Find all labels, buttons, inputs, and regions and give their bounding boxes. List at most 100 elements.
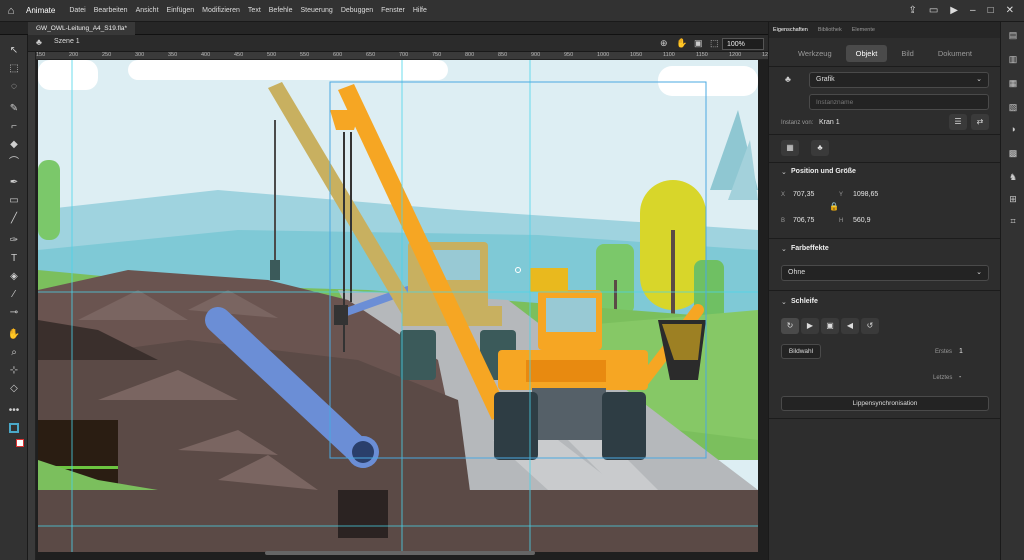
- share-icon[interactable]: ⇪: [908, 5, 916, 16]
- menu-datei[interactable]: Datei: [65, 7, 89, 14]
- instance-of-value[interactable]: Kran 1: [819, 119, 840, 126]
- swap-symbol-icon[interactable]: ☰: [949, 114, 967, 130]
- segment-werkzeug[interactable]: Werkzeug: [788, 45, 842, 62]
- menu-befehle[interactable]: Befehle: [265, 7, 297, 14]
- hand-tool-icon[interactable]: ✋: [6, 327, 22, 343]
- chevron-down-icon[interactable]: ⌄: [781, 298, 787, 306]
- transform-tool-icon[interactable]: ⬚: [6, 61, 22, 77]
- motion-icon[interactable]: ♞: [1006, 170, 1020, 184]
- paint-bucket-icon[interactable]: ◈: [6, 269, 22, 285]
- bone-tool-icon[interactable]: ⊹: [6, 363, 22, 379]
- color-panel-icon[interactable]: ◑: [1006, 122, 1020, 136]
- h-value[interactable]: 560,9: [853, 217, 871, 224]
- menu-einfuegen[interactable]: Einfügen: [163, 7, 199, 14]
- rotate-stage-icon[interactable]: ✋: [676, 38, 687, 49]
- tab-elemente[interactable]: Elemente: [852, 27, 875, 33]
- symbol-options-icon[interactable]: ♣: [811, 140, 829, 156]
- menu-hilfe[interactable]: Hilfe: [409, 7, 431, 14]
- menu-bearbeiten[interactable]: Bearbeiten: [90, 7, 132, 14]
- menu-ansicht[interactable]: Ansicht: [132, 7, 163, 14]
- menu-modifizieren[interactable]: Modifizieren: [198, 7, 244, 14]
- chevron-down-icon[interactable]: ⌄: [781, 168, 787, 176]
- menu-steuerung[interactable]: Steuerung: [297, 7, 337, 14]
- tab-bibliothek[interactable]: Bibliothek: [818, 27, 842, 33]
- single-frame-icon[interactable]: ▣: [821, 318, 839, 334]
- loop-icon[interactable]: ↻: [781, 318, 799, 334]
- rectangle-tool-icon[interactable]: ▭: [6, 193, 22, 209]
- pen-icon[interactable]: ✒: [6, 175, 22, 191]
- fill-color-icon[interactable]: [12, 437, 28, 453]
- minimize-icon[interactable]: –: [970, 5, 976, 16]
- align-panel-icon[interactable]: ▧: [1006, 100, 1020, 114]
- properties-panel: Eigenschaften Bibliothek Elemente Werkze…: [768, 22, 1001, 560]
- pin-tool-icon[interactable]: ⊸: [6, 305, 22, 321]
- info-icon[interactable]: ⊞: [1006, 192, 1020, 206]
- document-tab[interactable]: GW_OWL-Leitung_A4_S19.fla*: [28, 22, 136, 35]
- segment-dokument[interactable]: Dokument: [928, 45, 982, 62]
- center-stage-icon[interactable]: ⊕: [660, 38, 668, 49]
- y-value[interactable]: 1098,65: [853, 191, 878, 198]
- graph-icon[interactable]: ⌗: [1006, 214, 1020, 228]
- pencil-tool-icon[interactable]: ✎: [6, 101, 22, 117]
- pick-frame-button[interactable]: Bildwahl: [781, 344, 821, 359]
- properties-icon[interactable]: ▤: [1006, 28, 1020, 42]
- color-effect-title: Farbeffekte: [791, 245, 829, 252]
- lock-icon[interactable]: 🔒: [829, 202, 839, 211]
- lipsync-button[interactable]: Lippensynchronisation: [781, 396, 989, 411]
- eraser-tool-icon[interactable]: ◆: [6, 137, 22, 153]
- more-tools-icon[interactable]: •••: [6, 403, 22, 419]
- align-icon[interactable]: ▦: [781, 140, 799, 156]
- close-icon[interactable]: ✕: [1006, 5, 1014, 16]
- asset-warp-icon[interactable]: ◇: [6, 381, 22, 397]
- ruler-tick-label: 950: [564, 52, 574, 58]
- ruler-tick-label: 350: [168, 52, 178, 58]
- horizontal-scrollbar[interactable]: [265, 551, 535, 555]
- x-label: X: [781, 192, 786, 198]
- paint-brush-icon[interactable]: ⌒: [6, 155, 22, 171]
- maximize-icon[interactable]: □: [988, 5, 994, 16]
- pen-tool-icon[interactable]: ✑: [6, 233, 22, 249]
- zoom-tool-icon[interactable]: ⌕: [6, 345, 22, 361]
- brush-tool-icon[interactable]: ⌐: [6, 119, 22, 135]
- home-icon[interactable]: ⌂: [0, 0, 22, 22]
- tab-eigenschaften[interactable]: Eigenschaften: [773, 27, 808, 33]
- menu-fenster[interactable]: Fenster: [377, 7, 409, 14]
- w-value[interactable]: 706,75: [793, 217, 814, 224]
- menu-debuggen[interactable]: Debuggen: [337, 7, 377, 14]
- library-icon[interactable]: ▥: [1006, 52, 1020, 66]
- swatches-icon[interactable]: ▩: [1006, 146, 1020, 160]
- play-once-icon[interactable]: ▶: [801, 318, 819, 334]
- app-name: Animate: [26, 6, 56, 15]
- segment-objekt[interactable]: Objekt: [845, 44, 888, 62]
- color-effect-select[interactable]: Ohne ⌄: [781, 265, 989, 281]
- ruler-tick-label: 600: [333, 52, 343, 58]
- text-tool-icon[interactable]: T: [6, 251, 22, 267]
- scene-bar: ♣ Szene 1 ⊕ ✋ ▣ ⬚: [28, 35, 768, 52]
- line-tool-icon[interactable]: ╱: [6, 211, 22, 227]
- export-icon[interactable]: ▭: [929, 5, 938, 16]
- clip-stage-icon[interactable]: ▣: [694, 38, 703, 49]
- color-effect-value: Ohne: [788, 269, 806, 276]
- fit-stage-icon[interactable]: ⬚: [710, 38, 719, 49]
- menu-text[interactable]: Text: [244, 7, 265, 14]
- segment-bild[interactable]: Bild: [891, 45, 924, 62]
- play-icon[interactable]: ▶: [950, 5, 958, 16]
- scene-name[interactable]: Szene 1: [54, 38, 80, 45]
- play-reverse-once-icon[interactable]: ◀: [841, 318, 859, 334]
- stage-canvas[interactable]: [38, 60, 758, 552]
- stage-artwork: [38, 60, 758, 552]
- x-value[interactable]: 707,35: [793, 191, 814, 198]
- lasso-tool-icon[interactable]: ◌: [6, 79, 22, 95]
- chevron-down-icon[interactable]: ⌄: [781, 245, 787, 253]
- eyedropper-icon[interactable]: ⁄: [6, 287, 22, 303]
- assets-icon[interactable]: ▦: [1006, 76, 1020, 90]
- swap-icon[interactable]: ⇄: [971, 114, 989, 130]
- last-frame-value[interactable]: -: [959, 374, 961, 381]
- first-frame-value[interactable]: 1: [959, 348, 963, 355]
- selection-tool-icon[interactable]: ↖: [6, 43, 22, 59]
- ruler-tick-label: 550: [300, 52, 310, 58]
- symbol-type-select[interactable]: Grafik ⌄: [809, 72, 989, 88]
- loop-reverse-icon[interactable]: ↺: [861, 318, 879, 334]
- zoom-select[interactable]: 100%: [722, 38, 764, 50]
- instance-name-input[interactable]: [809, 94, 989, 110]
